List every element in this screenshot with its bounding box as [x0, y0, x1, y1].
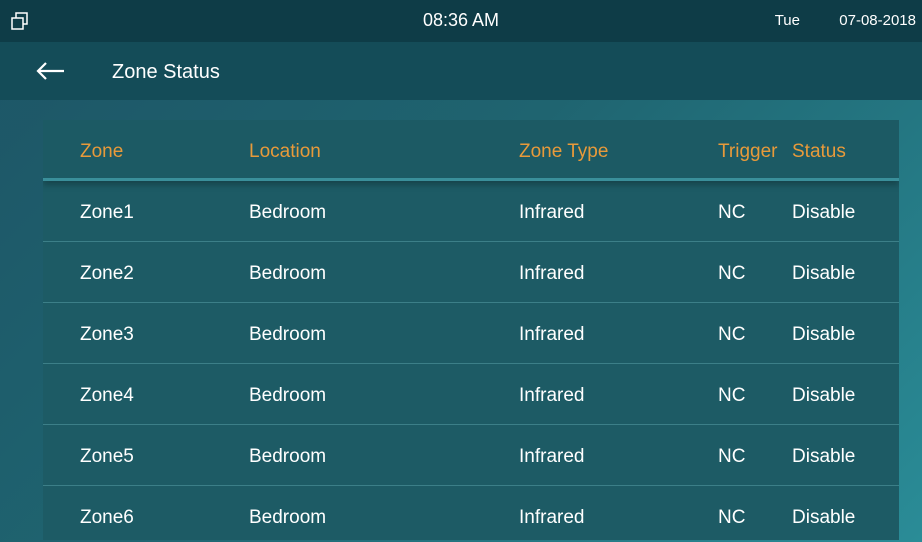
cell-location: Bedroom: [249, 324, 327, 345]
table-row[interactable]: Zone5 Bedroom Infrared NC Disable: [43, 425, 899, 486]
table-row[interactable]: Zone1 Bedroom Infrared NC Disable: [43, 181, 899, 242]
cell-status: Disable: [792, 263, 856, 284]
header-trigger: Trigger: [718, 141, 778, 162]
cell-status: Disable: [792, 202, 856, 223]
header-status: Status: [792, 141, 846, 162]
cell-status: Disable: [792, 385, 856, 406]
cell-zone-type: Infrared: [519, 507, 585, 528]
cell-location: Bedroom: [249, 446, 327, 467]
cell-zone-type: Infrared: [519, 202, 585, 223]
cell-trigger: NC: [718, 263, 746, 284]
table-header: Zone Location Zone Type Trigger Status: [43, 120, 899, 181]
header-zone: Zone: [80, 141, 124, 162]
cell-location: Bedroom: [249, 202, 327, 223]
cell-zone: Zone4: [80, 385, 134, 406]
cell-trigger: NC: [718, 507, 746, 528]
cell-status: Disable: [792, 507, 856, 528]
cell-trigger: NC: [718, 446, 746, 467]
title-bar: Zone Status: [0, 42, 922, 100]
zone-status-table: Zone Location Zone Type Trigger Status Z…: [43, 120, 899, 540]
page-title: Zone Status: [112, 61, 220, 83]
cell-location: Bedroom: [249, 385, 327, 406]
cell-zone-type: Infrared: [519, 263, 585, 284]
cell-zone-type: Infrared: [519, 446, 585, 467]
cell-zone: Zone6: [80, 507, 134, 528]
cell-location: Bedroom: [249, 507, 327, 528]
cell-trigger: NC: [718, 324, 746, 345]
cell-zone: Zone1: [80, 202, 134, 223]
cell-zone-type: Infrared: [519, 385, 585, 406]
cell-zone-type: Infrared: [519, 324, 585, 345]
cell-zone: Zone5: [80, 446, 134, 467]
header-zone-type: Zone Type: [519, 141, 609, 162]
table-row[interactable]: Zone4 Bedroom Infrared NC Disable: [43, 364, 899, 425]
cell-location: Bedroom: [249, 263, 327, 284]
cell-zone: Zone3: [80, 324, 134, 345]
date: 07-08-2018: [839, 12, 916, 29]
weekday: Tue: [774, 12, 800, 29]
status-bar: 08:36 AM Tue 07-08-2018: [0, 0, 922, 42]
table-row[interactable]: Zone6 Bedroom Infrared NC Disable: [43, 486, 899, 540]
cell-status: Disable: [792, 324, 856, 345]
header-location: Location: [249, 141, 321, 162]
back-arrow-icon[interactable]: [34, 60, 68, 82]
table-row[interactable]: Zone3 Bedroom Infrared NC Disable: [43, 303, 899, 364]
table-row[interactable]: Zone2 Bedroom Infrared NC Disable: [43, 242, 899, 303]
cell-trigger: NC: [718, 202, 746, 223]
cell-zone: Zone2: [80, 263, 134, 284]
cell-trigger: NC: [718, 385, 746, 406]
cell-status: Disable: [792, 446, 856, 467]
